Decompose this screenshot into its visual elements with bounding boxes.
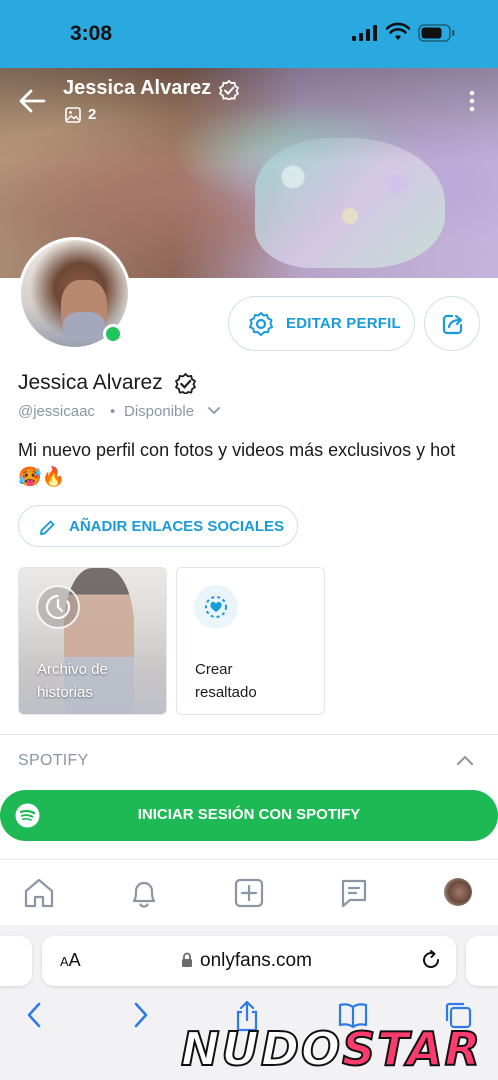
- bio-emoji: 🥵🔥: [18, 467, 66, 488]
- highlight-create[interactable]: Crear resaltado: [176, 567, 325, 715]
- divider: [0, 734, 498, 735]
- forward-icon[interactable]: [131, 1000, 151, 1030]
- profile-avatar-nav[interactable]: [444, 878, 472, 906]
- add-highlight-icon: [194, 585, 238, 629]
- edit-profile-label: EDITAR PERFIL: [286, 315, 401, 332]
- verified-icon: [175, 373, 196, 394]
- highlight-story-archive[interactable]: Archivo de historias: [18, 567, 167, 715]
- signal-icon: [352, 25, 377, 41]
- spotify-section-title: SPOTIFY: [18, 752, 89, 769]
- back-icon[interactable]: [24, 1000, 44, 1030]
- status-bar: 3:08: [0, 0, 498, 68]
- wifi-icon: [386, 22, 410, 40]
- gear-icon: [249, 312, 273, 336]
- edit-profile-button[interactable]: EDITAR PERFIL: [228, 296, 415, 351]
- profile-handle: @jessicaac: [18, 403, 95, 420]
- share-button[interactable]: [424, 296, 480, 351]
- url-text[interactable]: onlyfans.com: [200, 950, 312, 972]
- add-social-links-button[interactable]: AÑADIR ENLACES SOCIALES: [18, 505, 298, 547]
- home-icon[interactable]: [22, 876, 56, 910]
- next-tab-pill[interactable]: [466, 936, 498, 986]
- chevron-down-icon[interactable]: [207, 406, 221, 416]
- battery-icon: [418, 24, 455, 42]
- highlight-label: Archivo de historias: [37, 661, 108, 701]
- header-name: Jessica Alvarez: [63, 77, 212, 99]
- divider: [0, 859, 498, 860]
- reader-settings-button[interactable]: AA: [60, 950, 81, 971]
- messages-icon[interactable]: [337, 876, 371, 910]
- availability-status[interactable]: Disponible: [124, 403, 194, 420]
- lock-icon: [182, 952, 192, 967]
- add-social-links-label: AÑADIR ENLACES SOCIALES: [69, 518, 285, 535]
- bell-icon[interactable]: [127, 876, 161, 910]
- previous-tab-pill[interactable]: [0, 936, 32, 986]
- back-arrow-icon[interactable]: [18, 88, 46, 114]
- separator-dot: •: [110, 403, 116, 420]
- image-icon: [65, 107, 81, 123]
- history-icon: [36, 585, 80, 629]
- add-post-icon[interactable]: [232, 876, 266, 910]
- share-icon: [442, 314, 463, 335]
- profile-bio: Mi nuevo perfil con fotos y videos más e…: [18, 440, 456, 460]
- profile-name: Jessica Alvarez: [18, 371, 163, 394]
- reload-icon[interactable]: [420, 949, 442, 971]
- pencil-icon: [40, 520, 55, 535]
- verified-icon: [219, 80, 239, 100]
- clock: 3:08: [70, 22, 113, 45]
- spotify-login-label: INICIAR SESIÓN CON SPOTIFY: [137, 806, 361, 823]
- chevron-up-icon[interactable]: [456, 754, 474, 766]
- watermark: NUDOSTAR: [180, 1021, 483, 1077]
- online-indicator: [103, 324, 123, 344]
- media-count: 2: [88, 106, 97, 123]
- highlight-label: Crear resaltado: [195, 661, 257, 701]
- more-vertical-icon[interactable]: [466, 90, 478, 112]
- spotify-login-button[interactable]: INICIAR SESIÓN CON SPOTIFY: [0, 790, 498, 841]
